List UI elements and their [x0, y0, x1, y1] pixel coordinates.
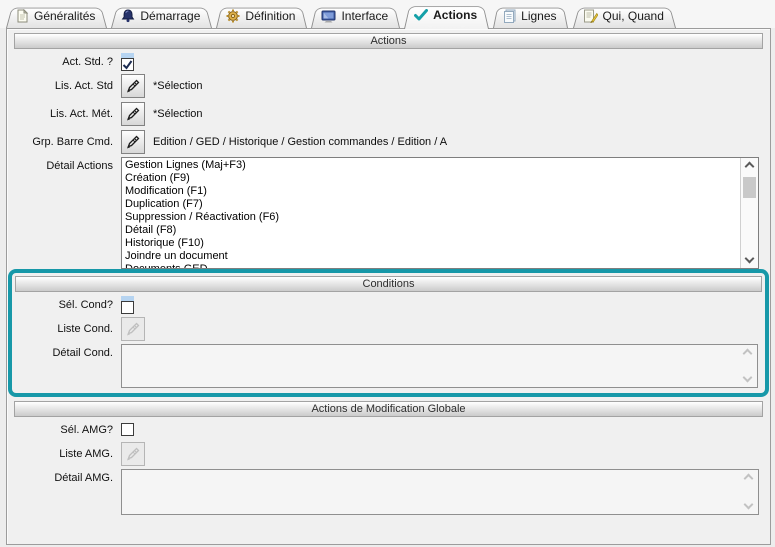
detail-actions-list: Gestion Lignes (Maj+F3)Création (F9)Modi…	[125, 159, 738, 268]
lis-act-std-row: Lis. Act. Std *Sélection	[7, 73, 770, 99]
pen-select-icon	[125, 321, 141, 337]
scroll-up-icon[interactable]	[746, 163, 753, 170]
list-item[interactable]: Gestion Lignes (Maj+F3)	[125, 159, 738, 172]
liste-cond-row: Liste Cond.	[12, 316, 765, 342]
detail-actions-row: Détail Actions Gestion Lignes (Maj+F3)Cr…	[7, 157, 770, 269]
tab-interface[interactable]: Interface	[311, 5, 400, 28]
check-icon	[414, 9, 428, 21]
act-std-checkbox-wrap	[121, 53, 134, 71]
detail-cond-row: Détail Cond.	[12, 344, 765, 388]
sel-amg-checkbox-wrap	[121, 423, 134, 436]
sel-cond-label: Sél. Cond?	[13, 299, 113, 311]
tab-label: Démarrage	[140, 9, 200, 23]
pencil-document-icon	[583, 9, 598, 23]
sel-amg-row: Sél. AMG?	[7, 420, 770, 439]
gear-icon	[226, 9, 240, 23]
pages-icon	[503, 9, 516, 23]
list-item[interactable]: Suppression / Réactivation (F6)	[125, 211, 738, 224]
list-item[interactable]: Création (F9)	[125, 172, 738, 185]
liste-cond-select-button-disabled	[121, 317, 145, 341]
conditions-highlight-box: Conditions Sél. Cond? Liste Cond. Détail…	[8, 269, 769, 397]
scroll-up-icon	[744, 350, 751, 357]
lis-act-met-row: Lis. Act. Mét. *Sélection	[7, 101, 770, 127]
lis-act-met-select-button[interactable]	[121, 102, 145, 126]
tab-label: Généralités	[34, 9, 95, 23]
sel-cond-checkbox-wrap	[121, 296, 134, 314]
tab-label: Qui, Quand	[603, 9, 664, 23]
tab-bar: Généralités Démarrage Définition Interfa…	[0, 0, 775, 28]
list-item[interactable]: Modification (F1)	[125, 185, 738, 198]
liste-cond-label: Liste Cond.	[13, 323, 113, 335]
detail-actions-label: Détail Actions	[13, 160, 113, 172]
detail-cond-label: Détail Cond.	[13, 347, 113, 359]
scrollbar-thumb[interactable]	[743, 177, 756, 198]
list-item[interactable]: Détail (F8)	[125, 224, 738, 237]
bell-icon	[121, 9, 135, 23]
section-header-conditions: Conditions	[15, 276, 762, 292]
tab-actions[interactable]: Actions	[404, 3, 489, 29]
tab-definition[interactable]: Définition	[216, 5, 307, 28]
tab-generalites[interactable]: Généralités	[6, 5, 107, 28]
section-header-amg: Actions de Modification Globale	[14, 401, 763, 417]
tab-demarrage[interactable]: Démarrage	[111, 5, 212, 28]
tab-lignes[interactable]: Lignes	[493, 5, 568, 28]
pen-select-icon	[125, 446, 141, 462]
list-item[interactable]: Duplication (F7)	[125, 198, 738, 211]
liste-amg-label: Liste AMG.	[13, 448, 113, 460]
detail-actions-scrollbar[interactable]	[740, 158, 758, 268]
tab-label: Définition	[245, 9, 295, 23]
grp-barre-cmd-row: Grp. Barre Cmd. Edition / GED / Historiq…	[7, 129, 770, 155]
tab-label: Lignes	[521, 9, 556, 23]
document-icon	[16, 9, 29, 23]
lis-act-std-label: Lis. Act. Std	[13, 80, 113, 92]
list-item[interactable]: Documents GED	[125, 263, 738, 268]
act-std-label: Act. Std. ?	[13, 56, 113, 68]
detail-amg-textarea[interactable]	[121, 469, 759, 515]
lis-act-std-select-button[interactable]	[121, 74, 145, 98]
pen-select-icon	[125, 134, 141, 150]
tab-qui-quand[interactable]: Qui, Quand	[573, 5, 676, 28]
list-item[interactable]: Joindre un document	[125, 250, 738, 263]
scroll-down-icon	[744, 374, 751, 381]
sel-amg-label: Sél. AMG?	[13, 424, 113, 436]
act-std-checkbox[interactable]	[121, 58, 134, 71]
grp-barre-cmd-value: Edition / GED / Historique / Gestion com…	[153, 136, 447, 148]
tab-label: Actions	[433, 8, 477, 22]
list-item[interactable]: Historique (F10)	[125, 237, 738, 250]
act-std-row: Act. Std. ?	[7, 52, 770, 71]
tab-label: Interface	[341, 9, 388, 23]
detail-actions-listbox[interactable]: Gestion Lignes (Maj+F3)Création (F9)Modi…	[121, 157, 759, 269]
liste-amg-select-button-disabled	[121, 442, 145, 466]
liste-amg-row: Liste AMG.	[7, 441, 770, 467]
lis-act-met-label: Lis. Act. Mét.	[13, 108, 113, 120]
lis-act-met-value: *Sélection	[153, 108, 203, 120]
detail-cond-textarea[interactable]	[121, 344, 758, 388]
scroll-down-icon	[745, 501, 752, 508]
detail-amg-row: Détail AMG.	[7, 469, 770, 515]
pen-select-icon	[125, 106, 141, 122]
scroll-down-icon[interactable]	[746, 255, 753, 262]
sel-cond-row: Sél. Cond?	[12, 295, 765, 314]
lis-act-std-value: *Sélection	[153, 80, 203, 92]
pen-select-icon	[125, 78, 141, 94]
actions-tab-panel: Actions Act. Std. ? Lis. Act. Std *Sélec…	[6, 28, 771, 545]
monitor-icon	[321, 10, 336, 23]
scroll-up-icon	[745, 475, 752, 482]
grp-barre-cmd-label: Grp. Barre Cmd.	[13, 136, 113, 148]
section-header-actions: Actions	[14, 33, 763, 49]
sel-cond-checkbox[interactable]	[121, 301, 134, 314]
sel-amg-checkbox[interactable]	[121, 423, 134, 436]
detail-amg-label: Détail AMG.	[13, 472, 113, 484]
grp-barre-cmd-select-button[interactable]	[121, 130, 145, 154]
